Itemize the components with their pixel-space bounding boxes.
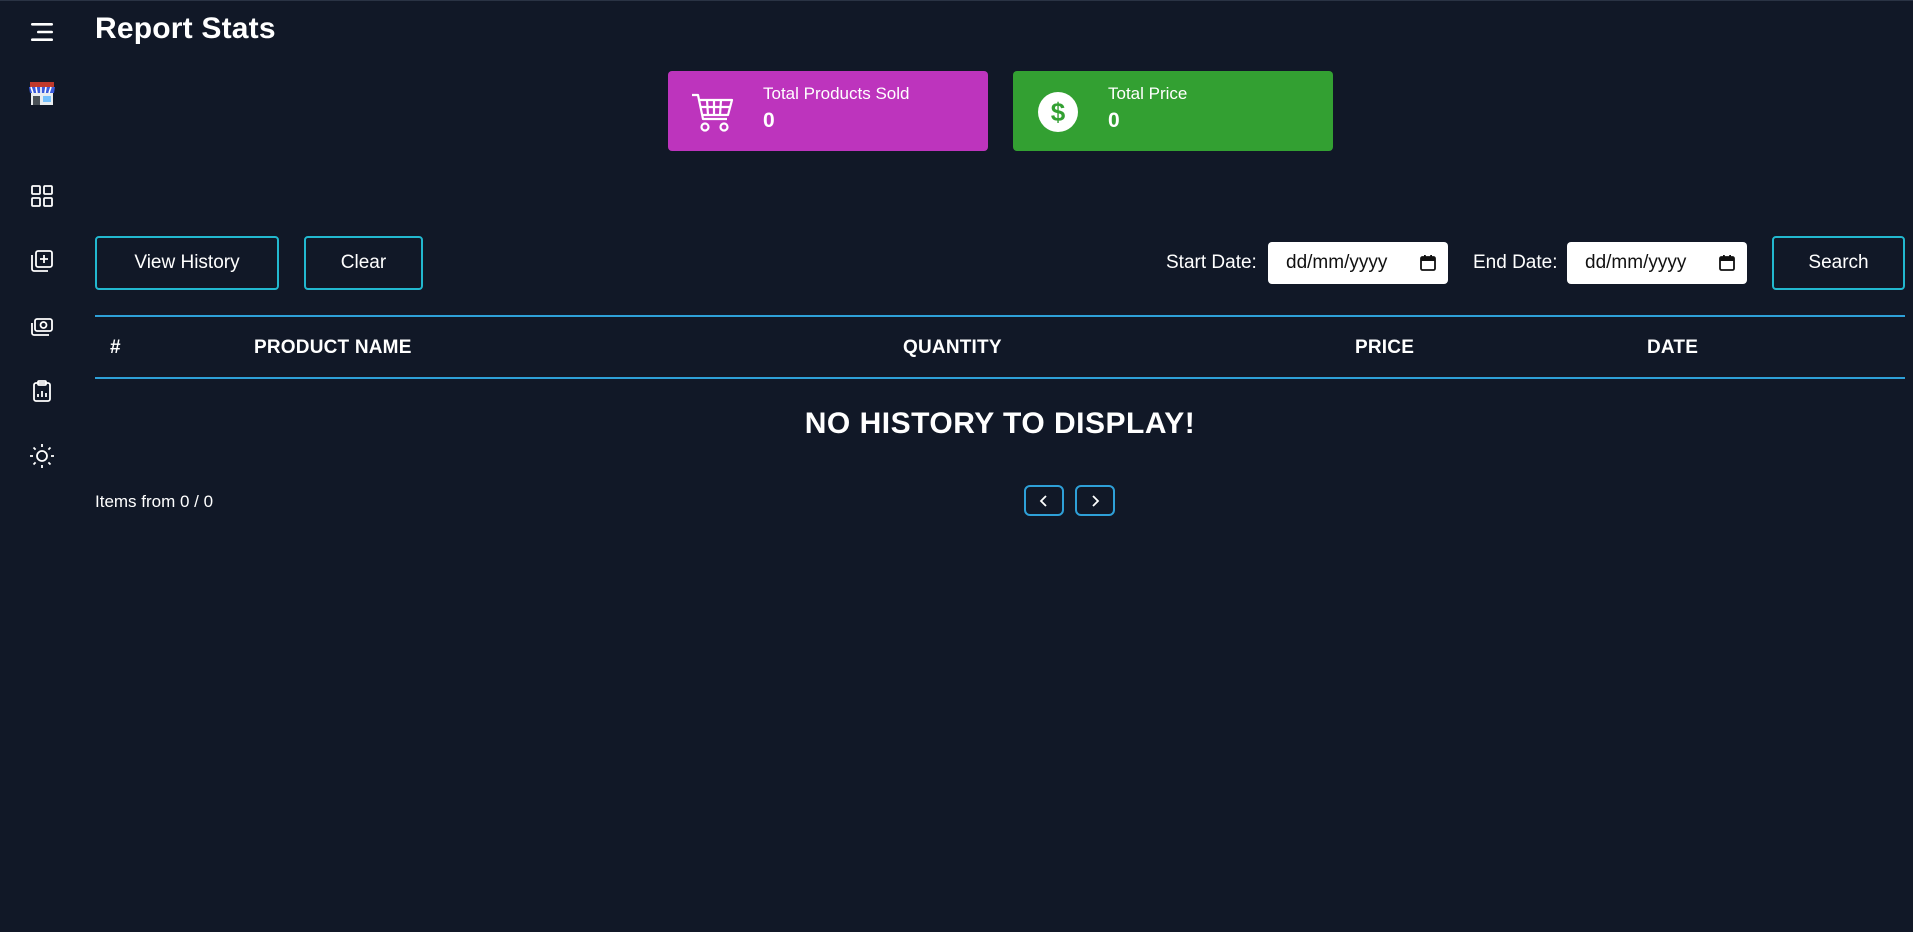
- end-date-label: End Date:: [1473, 252, 1558, 273]
- clear-button[interactable]: Clear: [304, 236, 423, 290]
- products-sold-value: 0: [763, 109, 775, 132]
- cart-icon: [690, 89, 736, 135]
- chevron-right-icon: [1092, 494, 1100, 507]
- column-header-date: DATE: [1647, 337, 1699, 358]
- column-header-number: #: [110, 337, 121, 358]
- items-count: Items from 0 / 0: [95, 492, 214, 511]
- sidebar: [0, 0, 84, 932]
- search-button[interactable]: Search: [1772, 236, 1905, 290]
- total-price-label: Total Price: [1108, 84, 1188, 103]
- start-date-label: Start Date:: [1166, 252, 1257, 273]
- dollar-icon: $: [1035, 89, 1081, 135]
- column-header-quantity: QUANTITY: [903, 337, 1002, 358]
- chevron-left-icon: [1039, 494, 1047, 507]
- end-date-value: dd/mm/yyyy: [1585, 252, 1687, 273]
- previous-page-button[interactable]: [1024, 485, 1064, 516]
- page-title: Report Stats: [95, 12, 276, 45]
- add-product-icon[interactable]: [26, 245, 58, 277]
- theme-toggle-icon[interactable]: [26, 440, 58, 472]
- report-icon[interactable]: [26, 375, 58, 407]
- column-header-price: PRICE: [1355, 337, 1415, 358]
- sales-icon[interactable]: [26, 310, 58, 342]
- table-header-bottom-border: [95, 377, 1905, 379]
- empty-history-message: NO HISTORY TO DISPLAY!: [804, 407, 1196, 440]
- products-sold-card: Total Products Sold 0: [668, 71, 988, 151]
- total-price-card: $ Total Price 0: [1013, 71, 1333, 151]
- start-date-value: dd/mm/yyyy: [1286, 252, 1388, 273]
- total-price-value: 0: [1108, 109, 1120, 132]
- store-icon[interactable]: [26, 77, 58, 109]
- calendar-icon[interactable]: [1420, 254, 1436, 277]
- end-date-input[interactable]: dd/mm/yyyy: [1567, 242, 1747, 284]
- menu-icon[interactable]: [26, 16, 58, 48]
- calendar-icon[interactable]: [1719, 254, 1735, 277]
- dashboard-icon[interactable]: [26, 180, 58, 212]
- column-header-product-name: PRODUCT NAME: [254, 337, 412, 358]
- svg-text:$: $: [1051, 97, 1066, 127]
- table-header-top-border: [95, 315, 1905, 317]
- start-date-input[interactable]: dd/mm/yyyy: [1268, 242, 1448, 284]
- products-sold-label: Total Products Sold: [763, 84, 910, 103]
- view-history-button[interactable]: View History: [95, 236, 279, 290]
- next-page-button[interactable]: [1075, 485, 1115, 516]
